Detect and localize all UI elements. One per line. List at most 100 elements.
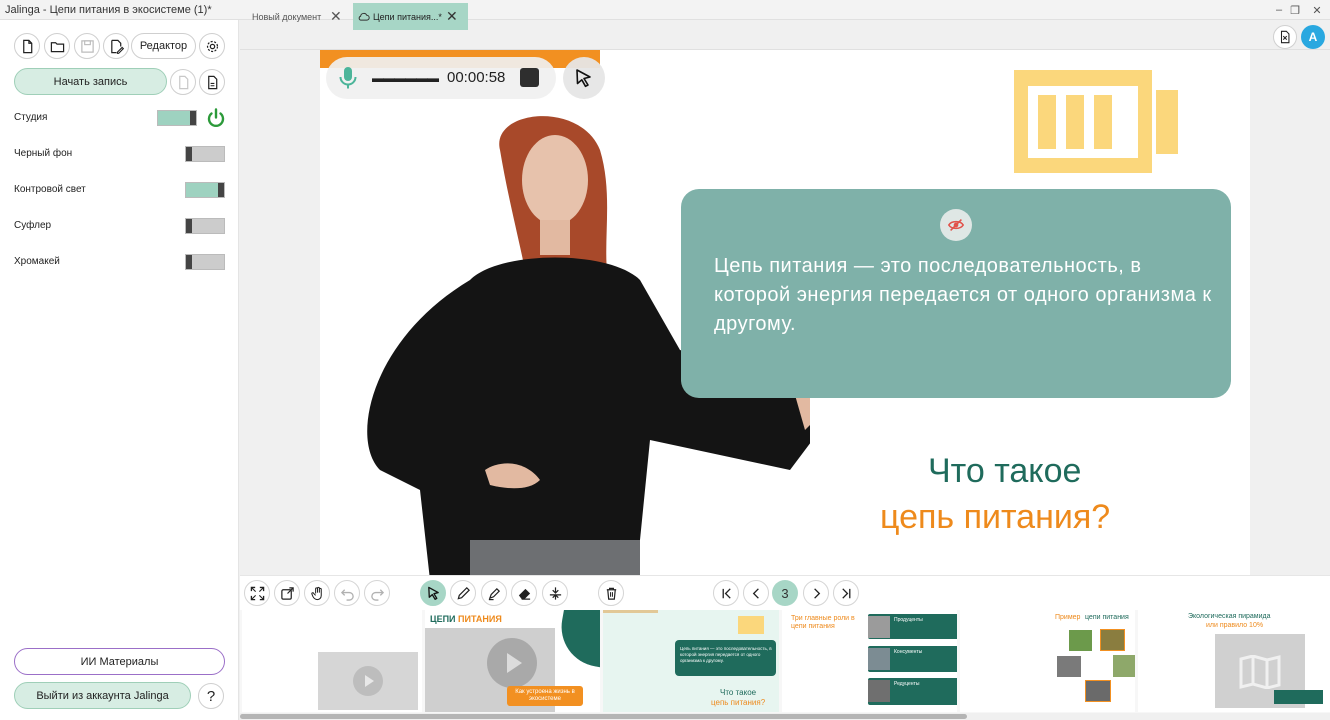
eraser-tool-button[interactable] [511,580,537,606]
thumb-role-3: Редуценты [894,681,920,687]
current-page-indicator[interactable]: 3 [772,580,798,606]
editor-button[interactable]: Редактор [131,33,196,59]
stamp-icon [549,586,561,600]
tab-new-document[interactable]: Новый документ ✕ [250,3,350,30]
thumbnail-slide-2[interactable]: ЦЕПИ ПИТАНИЯ Как устроена жизнь в экосис… [425,610,600,712]
recording-timer: 00:00:58 [447,69,506,86]
folder-icon [50,41,64,52]
notes-button[interactable] [199,69,225,95]
laser-tool-button[interactable] [542,580,568,606]
external-window-button[interactable] [274,580,300,606]
highlighter-icon [488,587,500,600]
file-disabled-icon [178,75,188,89]
save-as-button[interactable] [103,33,129,59]
thumbnail-scrollbar[interactable] [240,713,1330,720]
title-bar: Jalinga - Цепи питания в экосистеме (1)* [0,0,1330,20]
hand-tool-button[interactable] [304,580,330,606]
document-icon [207,75,217,89]
thumb-title-b: или правило 10% [1206,622,1264,629]
sidebar [0,20,239,720]
ai-materials-button[interactable]: ИИ Материалы [14,648,225,675]
thumbnail-slide-1[interactable] [242,610,422,712]
fullscreen-button[interactable] [244,580,270,606]
pointer-mode-button[interactable] [563,57,605,99]
cursor-icon [576,69,591,88]
cursor-icon [427,586,439,600]
close-tab-icon[interactable]: ✕ [446,8,458,25]
thumbnail-slide-4[interactable]: Три главные роли в цепи питания Продуцен… [782,610,957,712]
microphone-icon[interactable] [337,66,359,90]
external-link-icon [280,586,294,600]
pen-tool-button[interactable] [450,580,476,606]
logout-button[interactable]: Выйти из аккаунта Jalinga [14,682,191,709]
setting-studio-label: Студия [14,112,48,123]
setting-chromakey-toggle[interactable] [185,254,225,270]
undo-button[interactable] [334,580,360,606]
new-document-button[interactable] [14,33,40,59]
edit-document-icon [110,39,124,54]
scrollbar-thumb[interactable] [240,714,967,719]
play-icon [487,638,537,688]
setting-backlight-toggle[interactable] [185,182,225,198]
setting-chromakey-label: Хромакей [14,256,60,267]
help-button[interactable]: ? [198,683,224,709]
first-page-icon [722,587,731,599]
tab-label: Новый документ [252,11,322,22]
power-icon[interactable] [205,107,227,129]
thumbnail-slide-3-current[interactable]: Цепь питания — это последовательность, в… [603,610,779,712]
thumb-badge [1274,690,1323,704]
pencil-icon [456,586,470,600]
thumbnail-slide-6[interactable]: Экологическая пирамида или правило 10% [1138,610,1330,712]
record-file-button[interactable] [170,69,196,95]
marker-tool-button[interactable] [481,580,507,606]
open-folder-button[interactable] [44,33,70,59]
tab-label: Цепи питания...* [373,11,442,22]
hand-icon [310,586,322,600]
delete-button[interactable] [598,580,624,606]
thumb-role-2: Консументы [894,649,923,655]
settings-button[interactable] [199,33,225,59]
redo-button[interactable] [364,580,390,606]
setting-black-bg-toggle[interactable] [185,146,225,162]
chevron-left-icon [752,587,759,599]
trash-icon [606,587,616,600]
slide-question-line1: Что такое [928,452,1082,490]
new-file-icon [22,39,32,53]
audio-level-meter: ▬▬▬▬▬▬ [372,71,439,85]
exit-fullscreen-button[interactable] [1273,25,1297,49]
next-page-button[interactable] [803,580,829,606]
thumbnail-slide-5[interactable]: Пример цепи питания [960,610,1135,712]
window-title: Jalinga - Цепи питания в экосистеме (1)* [5,3,212,16]
thumb-q2: цепь питания? [711,698,766,707]
file-x-icon [1280,30,1290,44]
stop-record-button[interactable] [520,68,539,87]
setting-studio-toggle[interactable] [157,110,197,126]
last-page-button[interactable] [833,580,859,606]
tab-food-chains[interactable]: Цепи питания...* ✕ [353,3,468,30]
close-tab-icon[interactable]: ✕ [330,8,342,25]
first-page-button[interactable] [713,580,739,606]
setting-prompter-label: Суфлер [14,220,52,231]
select-tool-button[interactable] [420,580,446,606]
start-record-button[interactable]: Начать запись [14,68,167,95]
battery-icon [1014,70,1178,173]
close-button[interactable]: ✕ [1304,0,1330,20]
setting-black-bg-label: Черный фон [14,148,73,159]
setting-prompter-toggle[interactable] [185,218,225,234]
save-button[interactable] [74,33,100,59]
redo-icon [370,588,384,601]
prev-page-button[interactable] [743,580,769,606]
hide-eye-icon[interactable] [940,209,972,241]
definition-text: Цепь питания — это последовательность, в… [714,255,1212,335]
cloud-icon [358,12,370,21]
gear-icon [206,40,218,52]
chevron-right-icon [813,587,820,599]
thumb-title: Три главные роли в цепи питания [791,615,855,630]
play-icon [353,666,383,696]
user-avatar[interactable]: A [1301,25,1325,49]
last-page-icon [841,587,850,599]
thumb-button: Как устроена жизнь в экосистеме [507,686,583,706]
expand-icon [250,586,264,600]
thumb-title-a: ЦЕПИ [430,614,456,624]
thumb-title-a: Пример [1055,614,1081,621]
